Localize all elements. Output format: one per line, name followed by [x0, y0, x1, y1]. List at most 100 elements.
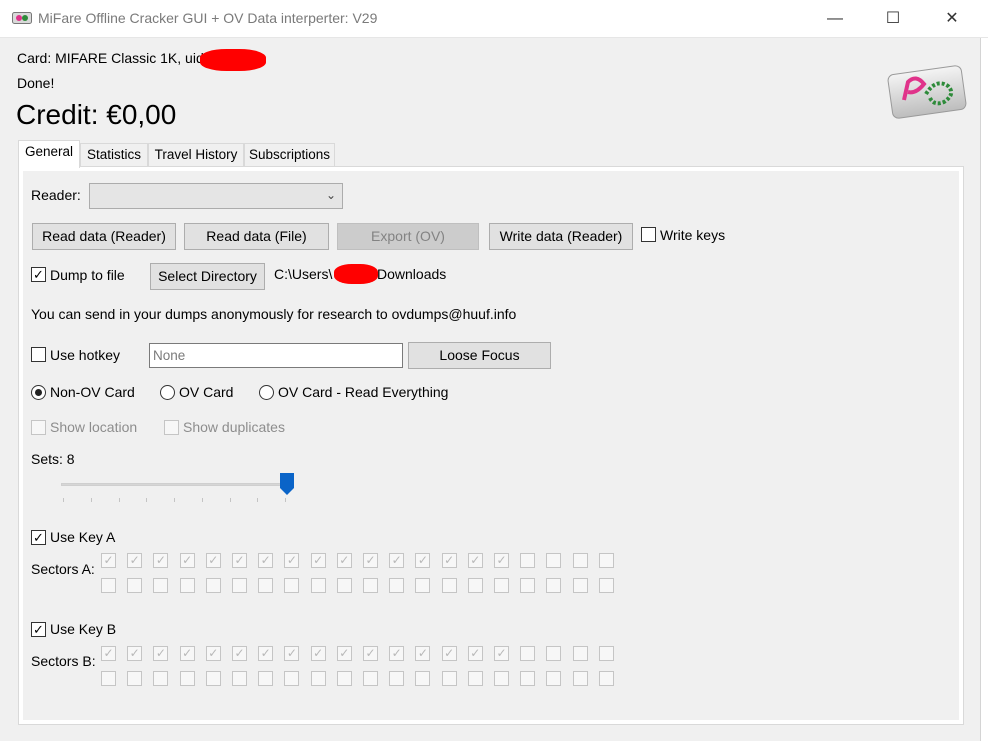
- key-a-sector-checkbox[interactable]: ✓: [389, 553, 405, 568]
- key-b-sector-checkbox[interactable]: ✓: [415, 646, 431, 661]
- key-b-sector-checkbox[interactable]: [284, 671, 300, 686]
- key-a-sector-checkbox[interactable]: [310, 578, 326, 593]
- maximize-button[interactable]: ☐: [868, 0, 918, 38]
- key-a-sector-checkbox[interactable]: [258, 578, 274, 593]
- loose-focus-button[interactable]: Loose Focus: [408, 342, 551, 369]
- write-keys-checkbox[interactable]: [641, 227, 656, 242]
- read-data-reader-button[interactable]: Read data (Reader): [32, 223, 176, 250]
- tab-travel-history[interactable]: Travel History: [148, 143, 244, 167]
- key-b-sector-checkbox[interactable]: [572, 671, 588, 686]
- key-b-sector-checkbox[interactable]: ✓: [101, 646, 116, 661]
- key-a-sector-checkbox[interactable]: ✓: [127, 553, 143, 568]
- key-b-sector-checkbox[interactable]: [467, 671, 483, 686]
- key-b-sector-checkbox[interactable]: [520, 646, 536, 661]
- key-b-sector-checkbox[interactable]: ✓: [336, 646, 352, 661]
- minimize-button[interactable]: —: [810, 0, 860, 38]
- key-b-sector-checkbox[interactable]: [232, 671, 247, 686]
- sets-slider-track[interactable]: [61, 483, 287, 486]
- key-b-sector-checkbox[interactable]: [415, 671, 431, 686]
- key-a-sector-checkbox[interactable]: [572, 578, 588, 593]
- key-b-sector-checkbox[interactable]: [546, 646, 562, 661]
- key-b-sector-checkbox[interactable]: [153, 671, 169, 686]
- key-a-sector-checkbox[interactable]: [598, 553, 614, 568]
- key-a-sector-checkbox[interactable]: [572, 553, 588, 568]
- key-b-sector-checkbox[interactable]: ✓: [441, 646, 457, 661]
- key-a-sector-checkbox[interactable]: [467, 578, 483, 593]
- key-a-sector-checkbox[interactable]: ✓: [336, 553, 352, 568]
- key-a-sector-checkbox[interactable]: [179, 578, 195, 593]
- key-b-sector-checkbox[interactable]: [205, 671, 221, 686]
- key-b-sector-checkbox[interactable]: ✓: [153, 646, 169, 661]
- show-location-checkbox[interactable]: [31, 420, 46, 435]
- key-a-sector-checkbox[interactable]: [441, 578, 457, 593]
- use-key-a-checkbox[interactable]: ✓: [31, 530, 46, 545]
- key-b-sector-checkbox[interactable]: [336, 671, 352, 686]
- key-b-sector-checkbox[interactable]: [494, 671, 509, 686]
- key-b-sector-checkbox[interactable]: ✓: [467, 646, 483, 661]
- key-b-sector-checkbox[interactable]: [389, 671, 405, 686]
- sets-slider-thumb[interactable]: [280, 473, 294, 495]
- tab-subscriptions[interactable]: Subscriptions: [244, 143, 335, 167]
- key-b-sector-checkbox[interactable]: ✓: [232, 646, 247, 661]
- key-a-sector-checkbox[interactable]: ✓: [153, 553, 169, 568]
- key-a-sector-checkbox[interactable]: ✓: [179, 553, 195, 568]
- key-b-sector-checkbox[interactable]: [363, 671, 378, 686]
- use-hotkey-checkbox[interactable]: [31, 347, 46, 362]
- key-a-sector-checkbox[interactable]: [546, 553, 562, 568]
- key-b-sector-checkbox[interactable]: ✓: [258, 646, 274, 661]
- show-duplicates-checkbox[interactable]: [164, 420, 179, 435]
- key-b-sector-checkbox[interactable]: [598, 671, 614, 686]
- key-a-sector-checkbox[interactable]: [546, 578, 562, 593]
- tab-general[interactable]: General: [18, 140, 80, 168]
- key-b-sector-checkbox[interactable]: ✓: [494, 646, 509, 661]
- key-a-sector-checkbox[interactable]: [101, 578, 116, 593]
- key-a-sector-checkbox[interactable]: ✓: [363, 553, 378, 568]
- key-a-sector-checkbox[interactable]: ✓: [494, 553, 509, 568]
- non-ov-card-radio[interactable]: [31, 385, 46, 400]
- tab-statistics[interactable]: Statistics: [80, 143, 148, 167]
- key-a-sector-checkbox[interactable]: [205, 578, 221, 593]
- key-a-sector-checkbox[interactable]: [598, 578, 614, 593]
- key-a-sector-checkbox[interactable]: ✓: [205, 553, 221, 568]
- key-b-sector-checkbox[interactable]: ✓: [205, 646, 221, 661]
- key-b-sector-checkbox[interactable]: ✓: [284, 646, 300, 661]
- key-b-sector-checkbox[interactable]: ✓: [363, 646, 378, 661]
- key-a-sector-checkbox[interactable]: ✓: [467, 553, 483, 568]
- reader-dropdown[interactable]: ⌄: [89, 183, 343, 209]
- key-b-sector-checkbox[interactable]: ✓: [179, 646, 195, 661]
- key-a-sector-checkbox[interactable]: ✓: [284, 553, 300, 568]
- key-a-sector-checkbox[interactable]: [415, 578, 431, 593]
- key-a-sector-checkbox[interactable]: ✓: [232, 553, 247, 568]
- ov-card-read-everything-radio[interactable]: [259, 385, 274, 400]
- key-a-sector-checkbox[interactable]: [336, 578, 352, 593]
- key-b-sector-checkbox[interactable]: [520, 671, 536, 686]
- select-directory-button[interactable]: Select Directory: [150, 263, 265, 290]
- write-data-reader-button[interactable]: Write data (Reader): [489, 223, 633, 250]
- key-b-sector-checkbox[interactable]: [101, 671, 116, 686]
- ov-card-radio[interactable]: [160, 385, 175, 400]
- read-data-file-button[interactable]: Read data (File): [184, 223, 329, 250]
- key-b-sector-checkbox[interactable]: [598, 646, 614, 661]
- key-a-sector-checkbox[interactable]: ✓: [310, 553, 326, 568]
- hotkey-input[interactable]: None: [149, 343, 403, 368]
- key-a-sector-checkbox[interactable]: [127, 578, 143, 593]
- use-key-b-checkbox[interactable]: ✓: [31, 622, 46, 637]
- key-a-sector-checkbox[interactable]: [363, 578, 378, 593]
- key-b-sector-checkbox[interactable]: [572, 646, 588, 661]
- key-b-sector-checkbox[interactable]: ✓: [310, 646, 326, 661]
- key-b-sector-checkbox[interactable]: [258, 671, 274, 686]
- key-b-sector-checkbox[interactable]: [179, 671, 195, 686]
- key-a-sector-checkbox[interactable]: ✓: [101, 553, 116, 568]
- key-b-sector-checkbox[interactable]: [441, 671, 457, 686]
- close-button[interactable]: ✕: [927, 0, 977, 38]
- key-b-sector-checkbox[interactable]: ✓: [389, 646, 405, 661]
- key-a-sector-checkbox[interactable]: [232, 578, 247, 593]
- key-b-sector-checkbox[interactable]: [546, 671, 562, 686]
- key-a-sector-checkbox[interactable]: ✓: [441, 553, 457, 568]
- key-a-sector-checkbox[interactable]: [494, 578, 509, 593]
- key-a-sector-checkbox[interactable]: [389, 578, 405, 593]
- key-a-sector-checkbox[interactable]: ✓: [258, 553, 274, 568]
- key-b-sector-checkbox[interactable]: ✓: [127, 646, 143, 661]
- key-a-sector-checkbox[interactable]: [520, 553, 536, 568]
- key-b-sector-checkbox[interactable]: [127, 671, 143, 686]
